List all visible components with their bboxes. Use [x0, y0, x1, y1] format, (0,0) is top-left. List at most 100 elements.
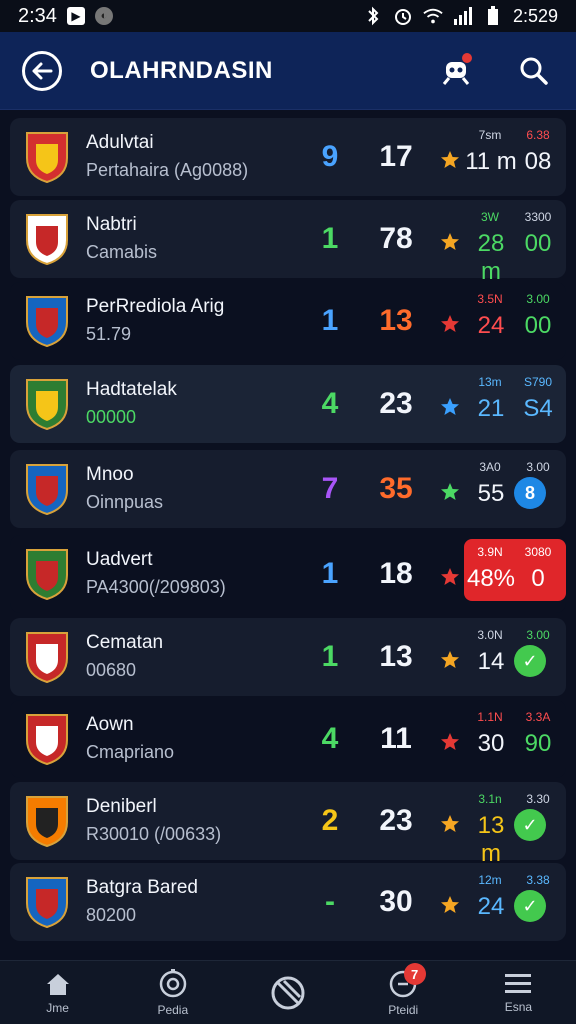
team-subtitle: Pertahaira (Ag0088): [86, 160, 249, 180]
standings-row[interactable]: Cematan 00680 1 13 3.0N 14 3.00 ✓: [10, 618, 566, 696]
stat-a-value: 48%: [466, 565, 516, 592]
nav-ball[interactable]: [230, 961, 345, 1024]
signal-icon: [453, 6, 473, 26]
menu-icon: [505, 973, 532, 993]
arrow-left-icon: [32, 62, 53, 79]
rank-value: 1: [321, 304, 339, 337]
points-value: 11: [380, 722, 412, 755]
stat-b-badge: 8: [514, 477, 546, 509]
rank-value: 1: [321, 557, 339, 590]
standings-list: Adulvtai Pertahaira (Ag0088) 9 17 7sm 11 m 6.3…: [0, 110, 576, 960]
nav-pedia[interactable]: Pedia: [115, 961, 230, 1024]
stat-b-value: 08: [524, 148, 552, 175]
stat-a-value: 11 m: [465, 148, 517, 175]
team-subtitle: 51.79: [86, 324, 132, 344]
wifi-icon: [423, 6, 443, 26]
stat-b-label: 3.00: [526, 292, 550, 306]
nav-badge: 7: [403, 963, 426, 985]
standings-row[interactable]: Hadtatelak 00000 4 23 13m 21 S790 S4: [10, 365, 566, 443]
nav-pteidi[interactable]: Pteidi 7: [346, 961, 461, 1024]
stat-a-value: 24: [477, 312, 505, 339]
star-icon: [440, 150, 460, 170]
search-button[interactable]: [514, 51, 554, 91]
rank-value: 4: [321, 722, 339, 755]
nav-home[interactable]: Jme: [0, 961, 115, 1024]
rank-value: 1: [321, 222, 339, 255]
standings-row[interactable]: Deniberl R30010 (/00633) 2 23 3.1n 13 m 3.30 ✓: [10, 782, 566, 867]
points-value: 23: [379, 387, 413, 420]
stat-b-value: 0: [531, 565, 545, 592]
stat-a-label: 3.5N: [477, 292, 503, 306]
team-crest-icon: [24, 547, 70, 601]
stat-a-label: 3.9N: [477, 545, 503, 559]
stat-a-value: 28 m: [477, 230, 505, 285]
battery-icon: [483, 6, 503, 26]
rank-value: -: [325, 885, 335, 918]
team-subtitle: 00680: [86, 660, 137, 680]
stat-a-label: 13m: [478, 375, 502, 389]
standings-row[interactable]: Batgra Bared 80200 - 30 12m 24 3.38 ✓: [10, 863, 566, 941]
stat-b-value: 00: [524, 312, 552, 339]
stat-a-value: 14: [477, 648, 505, 675]
stat-b-badge: ✓: [514, 645, 546, 677]
team-crest-icon: [24, 212, 70, 266]
team-crest-icon: [24, 712, 70, 766]
star-icon: [440, 314, 460, 334]
stat-b-label: 3080: [524, 545, 552, 559]
notifications-button[interactable]: [436, 51, 476, 91]
nav-label-home: Jme: [46, 1000, 69, 1015]
search-icon: [520, 57, 548, 85]
stat-b-label: 3.3A: [525, 710, 551, 724]
stat-b-label: 3300: [524, 210, 552, 224]
stat-a-label: 3W: [481, 210, 499, 224]
star-icon: [440, 895, 460, 915]
stat-b-label: 6.38: [526, 128, 550, 142]
stat-b-value: S4: [523, 395, 553, 422]
stat-b-value: 90: [524, 730, 552, 757]
points-value: 78: [379, 222, 413, 255]
team-crest-icon: [24, 794, 70, 848]
rank-value: 7: [321, 472, 339, 505]
points-value: 23: [379, 804, 413, 837]
team-crest-icon: [24, 630, 70, 684]
nav-menu[interactable]: Esna: [461, 961, 576, 1024]
stat-a-label: 3.0N: [477, 628, 503, 642]
back-button[interactable]: [22, 50, 62, 91]
team-crest-icon: [24, 462, 70, 516]
stat-b-badge: ✓: [514, 890, 546, 922]
standings-row[interactable]: Uadvert PA4300(/209803) 1 18 3.9N 48% 3080 0: [10, 535, 566, 613]
stat-a-label: 3.1n: [478, 792, 502, 806]
team-crest-icon: [24, 294, 70, 348]
points-value: 13: [379, 640, 413, 673]
nav-label-menu: Esna: [504, 999, 533, 1014]
stat-a-label: 12m: [478, 873, 502, 887]
status-battery-text: 2:529: [512, 5, 558, 26]
nav-label-pedia: Pedia: [157, 1002, 189, 1017]
stat-b-label: S790: [523, 375, 553, 389]
team-name: Batgra Bared: [86, 877, 198, 898]
app-header: OLAHRNDASIN: [0, 32, 576, 110]
stat-b-label: 3.38: [526, 873, 550, 887]
stat-a-value: 30: [477, 730, 505, 757]
team-name: Nabtri: [86, 214, 137, 235]
bluetooth-icon: [363, 6, 383, 26]
star-icon: [440, 232, 460, 252]
team-name: Hadtatelak: [86, 379, 177, 400]
team-crest-icon: [24, 130, 70, 184]
ball-icon: [271, 976, 305, 1009]
standings-row[interactable]: Nabtri Camabis 1 78 3W 28 m 3300 00: [10, 200, 566, 285]
standings-row[interactable]: Adulvtai Pertahaira (Ag0088) 9 17 7sm 11 m 6.3…: [10, 118, 566, 196]
stat-b-value: 00: [524, 230, 552, 257]
standings-row[interactable]: Mnoo Oinnpuas 7 35 3A0 55 3.00 8: [10, 450, 566, 528]
team-crest-icon: [24, 875, 70, 929]
team-name: Uadvert: [86, 549, 153, 570]
team-subtitle: Cmapriano: [86, 742, 175, 762]
star-icon: [440, 397, 460, 417]
standings-row[interactable]: PerRrediola Arig 51.79 1 13 3.5N 24 3.00 00: [10, 282, 566, 360]
target-icon: [159, 968, 187, 997]
rank-value: 4: [321, 387, 339, 420]
rank-value: 9: [321, 140, 339, 173]
points-value: 18: [379, 557, 413, 590]
points-value: 35: [379, 472, 413, 505]
standings-row[interactable]: Aown Cmapriano 4 11 1.1N 30 3.3A 90: [10, 700, 566, 778]
